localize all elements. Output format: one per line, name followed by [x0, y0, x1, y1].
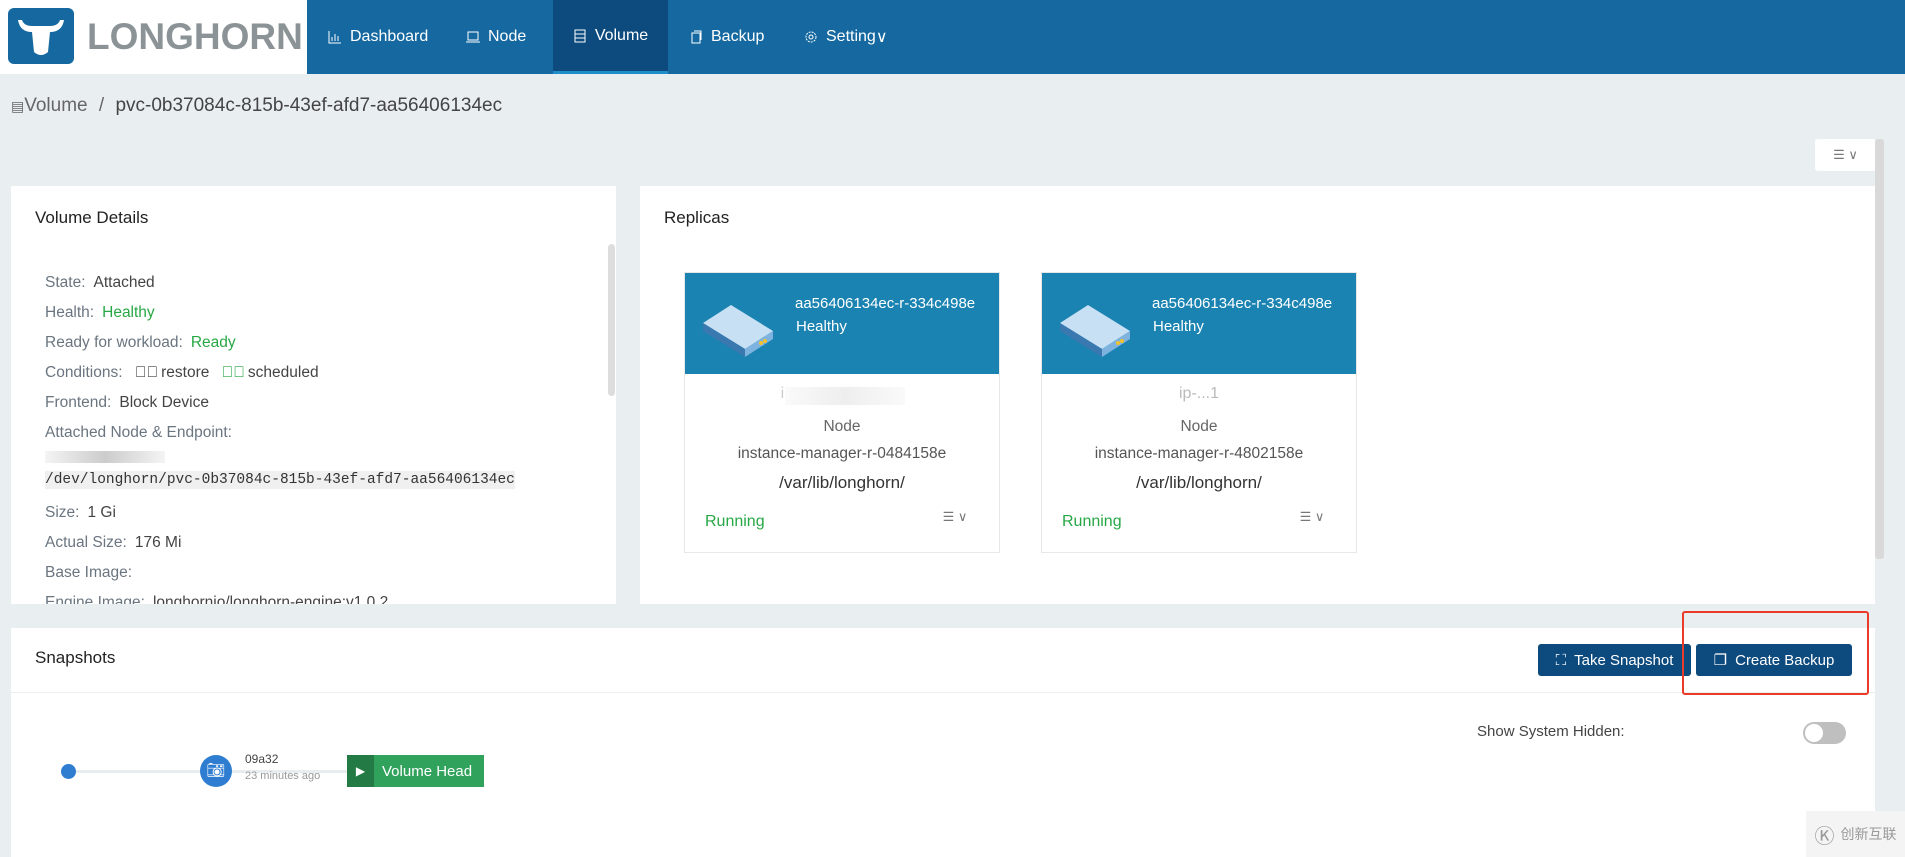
- button-label: Take Snapshot: [1574, 651, 1674, 669]
- database-icon: ▤: [11, 98, 25, 114]
- replica-health: Healthy: [1153, 318, 1204, 335]
- state-value: Attached: [93, 274, 155, 291]
- show-system-hidden-toggle[interactable]: [1803, 722, 1846, 744]
- nav-dashboard[interactable]: Dashboard: [328, 0, 428, 74]
- nav-volume[interactable]: Volume: [553, 0, 668, 74]
- ready-value: Ready: [190, 334, 236, 351]
- gear-icon: [805, 31, 817, 43]
- longhorn-logo-icon: [8, 8, 74, 64]
- laptop-icon: [466, 31, 480, 43]
- condition-restore: restore: [161, 364, 210, 381]
- play-icon: ▶: [347, 755, 374, 787]
- node-label: Node: [1180, 418, 1218, 435]
- nav-label: Volume: [594, 26, 649, 44]
- breadcrumb-current: pvc-0b37084c-815b-43ef-afd7-aa56406134ec: [115, 95, 503, 116]
- breadcrumb: ▤Volume / pvc-0b37084c-815b-43ef-afd7-aa…: [11, 95, 502, 117]
- engine-image-value: longhornio/longhorn-engine:v1.0.2: [152, 594, 389, 604]
- nav-setting[interactable]: Setting ∨: [804, 0, 888, 74]
- page-scrollbar[interactable]: [1875, 139, 1884, 559]
- camera-icon: 📷︎: [206, 762, 226, 779]
- replica-health: Healthy: [796, 318, 847, 335]
- nav-label: Dashboard: [350, 28, 429, 45]
- snapshot-name: 09a32: [245, 752, 279, 766]
- volume-head-node[interactable]: ▶ Volume Head: [347, 755, 484, 787]
- health-value: Healthy: [102, 304, 155, 321]
- divider: [11, 692, 1875, 693]
- list-icon: ☰ ∨: [1833, 147, 1858, 162]
- replica-path: /var/lib/longhorn/: [779, 473, 905, 492]
- label: Ready for workload:: [45, 334, 183, 351]
- show-system-hidden-label: Show System Hidden:: [1477, 723, 1625, 740]
- label: Conditions:: [45, 364, 123, 381]
- server-icon: [1060, 305, 1130, 357]
- replica-status: Running: [705, 513, 765, 530]
- replica-actions-button[interactable]: ☰ ∨: [933, 509, 977, 529]
- replica-status: Running: [1062, 513, 1122, 530]
- nav-label: Node: [488, 28, 527, 45]
- replica-name: aa56406134ec-r-334c498e: [1152, 295, 1333, 312]
- replica-actions-button[interactable]: ☰ ∨: [1290, 509, 1334, 529]
- label: Frontend:: [45, 394, 112, 411]
- label: Health:: [45, 304, 95, 321]
- redaction: [785, 387, 905, 405]
- take-snapshot-button[interactable]: ⛶ Take Snapshot: [1538, 644, 1691, 676]
- endpoint-value: /dev/longhorn/pvc-0b37084c-815b-43ef-afd…: [45, 471, 515, 489]
- card-title: Snapshots: [35, 648, 116, 667]
- chevron-down-icon: ∨: [875, 29, 888, 46]
- volume-details-card: Volume Details State: Attached Health: Hea…: [11, 186, 616, 604]
- logo[interactable]: LONGHORN: [0, 0, 307, 74]
- replica-path: /var/lib/longhorn/: [1136, 473, 1262, 492]
- nav-backup[interactable]: Backup: [689, 0, 764, 74]
- frontend-value: Block Device: [119, 394, 209, 411]
- nav-node[interactable]: Node: [466, 0, 526, 74]
- breadcrumb-separator: /: [98, 95, 105, 116]
- actual-size-value: 176 Mi: [134, 534, 182, 551]
- timeline-start-dot: [61, 764, 76, 779]
- size-value: 1 Gi: [87, 504, 116, 521]
- page-actions-menu-button[interactable]: ☰ ∨: [1815, 139, 1876, 171]
- replica-ip: ip-...1: [1178, 385, 1219, 402]
- check-circle-icon: ✓⃝: [134, 364, 159, 381]
- watermark-text: 创新互联: [1840, 826, 1897, 842]
- redacted-node: [45, 451, 165, 463]
- check-circle-icon: ✓⃝: [221, 364, 245, 381]
- label: Attached Node & Endpoint:: [45, 424, 232, 441]
- list-icon: ☰ ∨: [1299, 509, 1325, 524]
- watermark-logo-icon: Ⓚ: [1814, 825, 1835, 848]
- label: Base Image:: [45, 564, 133, 581]
- replica-card: aa56406134ec-r-334c498e Healthy ip-...1 …: [1041, 272, 1357, 553]
- label: Engine Image:: [45, 594, 145, 604]
- node-label: Node: [823, 418, 861, 435]
- scan-icon: ⛶: [1555, 651, 1567, 669]
- replica-card: aa56406134ec-r-334c498e Healthy ip-172-3…: [684, 272, 1000, 553]
- highlight-annotation: [1682, 611, 1869, 695]
- breadcrumb-volume-link[interactable]: Volume: [24, 95, 87, 116]
- card-title: Replicas: [664, 208, 730, 227]
- snapshot-time: 23 minutes ago: [245, 770, 321, 782]
- nav-label: Setting: [826, 28, 876, 45]
- database-icon: [574, 29, 586, 42]
- copy-icon: [691, 30, 702, 44]
- label: State:: [45, 274, 86, 291]
- label: Size:: [45, 504, 80, 521]
- watermark: Ⓚ 创新互联: [1806, 811, 1905, 857]
- condition-scheduled: scheduled: [247, 364, 319, 381]
- label: Actual Size:: [45, 534, 127, 551]
- replica-name: aa56406134ec-r-334c498e: [795, 295, 976, 312]
- details-scrollbar[interactable]: [608, 244, 615, 396]
- card-title: Volume Details: [35, 208, 149, 227]
- snapshot-node[interactable]: 📷︎: [200, 755, 232, 787]
- bar-chart-icon: [328, 31, 341, 44]
- instance-manager: instance-manager-r-4802158e: [1094, 445, 1304, 462]
- list-icon: ☰ ∨: [942, 509, 968, 524]
- nav-label: Backup: [711, 28, 765, 45]
- volume-head-label: Volume Head: [382, 762, 473, 780]
- server-icon: [703, 305, 773, 357]
- instance-manager: instance-manager-r-0484158e: [737, 445, 947, 462]
